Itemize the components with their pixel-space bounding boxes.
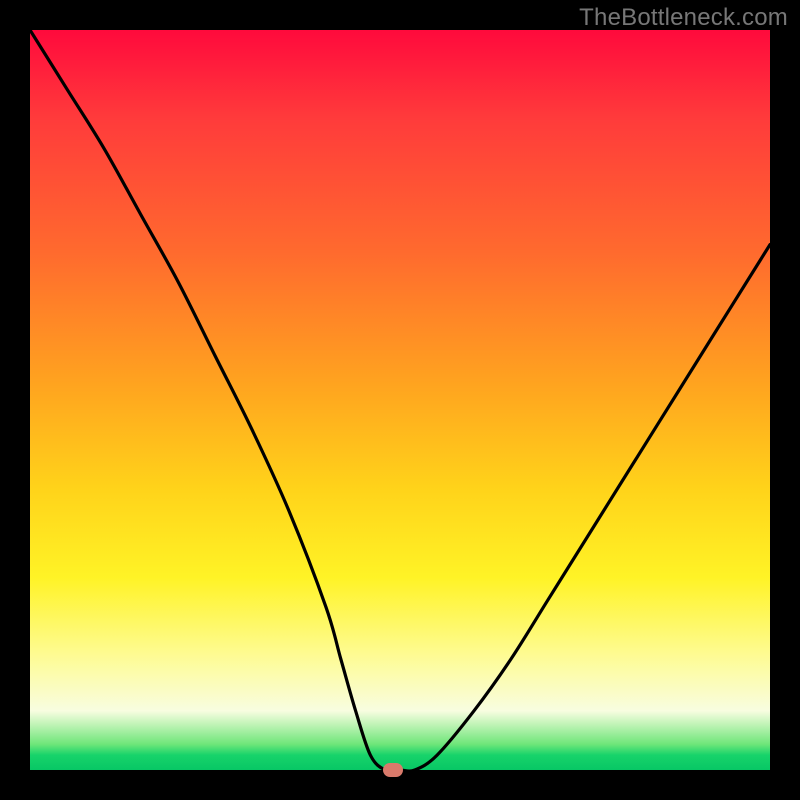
plot-area <box>30 30 770 770</box>
chart-frame: TheBottleneck.com <box>0 0 800 800</box>
watermark-label: TheBottleneck.com <box>579 4 788 32</box>
optimal-point-marker <box>383 763 403 777</box>
bottleneck-curve <box>30 30 770 770</box>
